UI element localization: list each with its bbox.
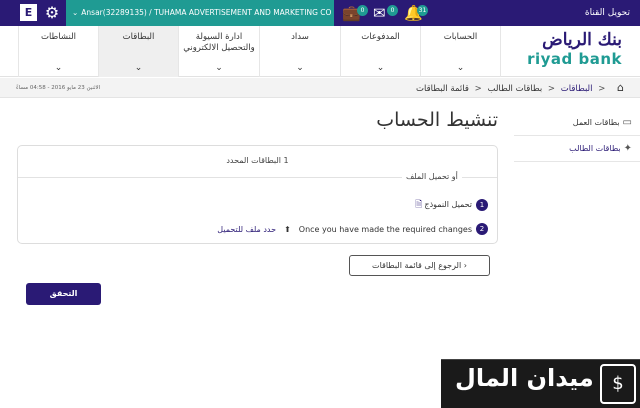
logo-arabic: بنك الرياض [542, 30, 622, 50]
side-item-label: بطاقات العمل [572, 118, 620, 127]
date-time: الاثنين 23 مايو 2016 - 04:58 مساءً [16, 85, 101, 91]
side-item-student-cards[interactable]: ✦بطاقات الطالب [514, 136, 640, 162]
briefcase-badge: 0 [357, 5, 368, 16]
watermark-text: ميدان المال [455, 364, 594, 392]
gear-icon[interactable]: ⚙ [42, 3, 62, 23]
chevron-down-icon: ⌄ [72, 8, 79, 17]
chevron-down-icon: ⌄ [215, 63, 223, 73]
breadcrumb: ⌂ < البطاقات < بطاقات الطالب < قائمة الب… [416, 78, 624, 99]
breadcrumb-separator: < [474, 84, 482, 94]
tab-liquidity-label-1: ادارة السيولة [195, 32, 243, 42]
tab-sadad[interactable]: سداد ⌄ [259, 26, 340, 77]
language-toggle-button[interactable]: E [20, 4, 37, 21]
card-icon: ▭ [622, 117, 632, 128]
chevron-down-icon: ⌄ [54, 63, 63, 73]
mail-icon[interactable]: ✉ [373, 3, 386, 23]
side-item-work-cards[interactable]: ▭بطاقات العمل [514, 110, 640, 136]
tab-accounts-label: الحسابات [443, 32, 478, 42]
tab-cards-label: البطاقات [122, 32, 155, 42]
step2-instruction: Once you have made the required changes [298, 224, 472, 234]
side-menu: ▭بطاقات العمل ✦بطاقات الطالب [514, 110, 640, 162]
chevron-down-icon: ⌄ [134, 63, 143, 73]
tab-accounts[interactable]: الحسابات ⌄ [420, 26, 501, 77]
activation-panel: 1 البطاقات المحدد أو تحميل الملف 1 تحميل … [17, 145, 498, 244]
step-upload-file: 2 Once you have made the required changes… [217, 223, 488, 235]
breadcrumb-separator: < [598, 84, 606, 94]
breadcrumb-bar: الاثنين 23 مايو 2016 - 04:58 مساءً ⌂ < ا… [0, 78, 640, 98]
riyad-bank-logo[interactable]: بنك الرياض riyad bank [514, 30, 622, 72]
step-download-template: 1 تحميل النموذج🗎 [415, 197, 488, 213]
logo-english: riyad bank [527, 50, 622, 68]
chevron-down-icon: ⌄ [376, 63, 385, 73]
upload-file-legend: أو تحميل الملف [402, 172, 462, 181]
mail-badge: 0 [387, 5, 398, 16]
switch-channel-link[interactable]: تحويل القناة [585, 0, 630, 26]
watermark: ميدان المال $ [441, 359, 640, 408]
document-icon[interactable]: 🗎 [415, 200, 422, 210]
top-bar: E ⚙ ⌄ Ansar(32289135) / TUHAMA ADVERTISEM… [0, 0, 640, 26]
select-file-link[interactable]: حدد ملف للتحميل [217, 225, 276, 234]
selected-cards-count: 1 البطاقات المحدد [226, 156, 289, 165]
breadcrumb-student-cards[interactable]: بطاقات الطالب [487, 84, 542, 94]
page-title: تنشيط الحساب [376, 109, 498, 131]
verify-button[interactable]: التحقق [26, 283, 101, 305]
tab-payments[interactable]: المدفوعات ⌄ [340, 26, 420, 77]
side-item-label: بطاقات الطالب [569, 144, 621, 153]
upload-icon[interactable]: ⬆ [284, 225, 291, 234]
chevron-left-icon: ‹ [463, 261, 467, 270]
student-card-icon: ✦ [623, 143, 632, 154]
step-number: 2 [476, 223, 488, 235]
account-selector[interactable]: ⌄ Ansar(32289135) / TUHAMA ADVERTISEMENT … [66, 0, 334, 26]
tab-liquidity[interactable]: ادارة السيولة والتحصيل الالكتروني ⌄ [178, 26, 259, 77]
tab-payments-label: المدفوعات [361, 32, 400, 42]
tab-sadad-label: سداد [291, 32, 309, 42]
bell-badge: 31 [417, 5, 428, 16]
chevron-down-icon: ⌄ [456, 63, 465, 73]
home-icon[interactable]: ⌂ [617, 81, 624, 94]
download-template-link[interactable]: تحميل النموذج [424, 200, 472, 209]
back-to-cards-list-button[interactable]: ‹ الرجوع إلى قائمة البطاقات [349, 255, 490, 276]
step-number: 1 [476, 198, 488, 211]
breadcrumb-cards[interactable]: البطاقات [561, 84, 593, 94]
back-button-label: الرجوع إلى قائمة البطاقات [372, 261, 462, 270]
breadcrumb-cards-list[interactable]: قائمة البطاقات [416, 84, 469, 94]
tab-liquidity-label-2: والتحصيل الالكتروني [183, 43, 255, 53]
tab-activities-label: النشاطات [40, 32, 77, 42]
money-icon: $ [600, 364, 636, 404]
tab-activities[interactable]: النشاطات ⌄ [18, 26, 98, 77]
account-text: Ansar(32289135) / TUHAMA ADVERTISEMENT A… [81, 8, 332, 17]
tab-cards[interactable]: البطاقات ⌄ [98, 26, 178, 77]
chevron-down-icon: ⌄ [296, 63, 304, 73]
breadcrumb-separator: < [547, 84, 556, 94]
